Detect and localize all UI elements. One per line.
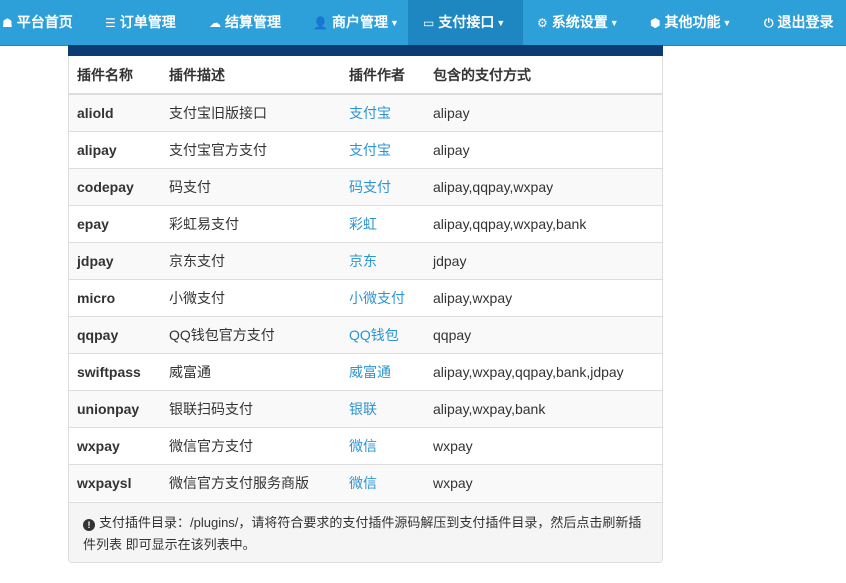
plugin-payment-methods: alipay,wxpay,qqpay,bank,jdpay — [425, 352, 662, 390]
nav-item-merchants[interactable]: 👤 商户管理 ▼ — [313, 0, 399, 45]
plugin-author-link[interactable]: 支付宝 — [341, 130, 425, 168]
plugin-author-link[interactable]: 微信 — [341, 463, 425, 501]
table-row: swiftpass 威富通 威富通 alipay,wxpay,qqpay,ban… — [69, 352, 662, 390]
user-icon: 👤 — [313, 16, 328, 30]
nav-label: 退出登录 — [777, 14, 834, 30]
plugin-description: 银联扫码支付 — [161, 389, 341, 427]
plugin-payment-methods: alipay — [425, 93, 662, 131]
plugin-description: 小微支付 — [161, 278, 341, 316]
list-icon: ☰ — [105, 16, 116, 30]
header-payment-methods: 包含的支付方式 — [425, 56, 662, 95]
plugin-payment-methods: jdpay — [425, 241, 662, 279]
plugin-name: aliold — [69, 93, 161, 131]
gear-icon: ⚙ — [537, 16, 548, 30]
header-plugin-description: 插件描述 — [161, 56, 341, 95]
plugin-name: unionpay — [69, 389, 161, 427]
plugin-author-link[interactable]: 支付宝 — [341, 93, 425, 131]
plugin-author-link[interactable]: 微信 — [341, 426, 425, 464]
plugin-description: 京东支付 — [161, 241, 341, 279]
plugin-description: 彩虹易支付 — [161, 204, 341, 242]
plugin-name: jdpay — [69, 241, 161, 279]
nav-label: 商户管理 — [331, 14, 388, 30]
cube-icon: ⬢ — [650, 16, 661, 30]
power-icon: ⏻ — [764, 16, 774, 30]
plugin-description: 微信官方支付服务商版 — [161, 463, 341, 501]
table-row: jdpay 京东支付 京东 jdpay — [69, 241, 662, 279]
nav-label: 平台首页 — [16, 14, 73, 30]
plugin-payment-methods: wxpay — [425, 426, 662, 464]
plugin-author-link[interactable]: 银联 — [341, 389, 425, 427]
table-row: epay 彩虹易支付 彩虹 alipay,qqpay,wxpay,bank — [69, 204, 662, 242]
table-row: micro 小微支付 小微支付 alipay,wxpay — [69, 278, 662, 316]
plugin-description: 支付宝旧版接口 — [161, 93, 341, 131]
table-row: wxpaysl 微信官方支付服务商版 微信 wxpay — [69, 463, 662, 501]
plugin-name: micro — [69, 278, 161, 316]
plugin-description: 威富通 — [161, 352, 341, 390]
plugin-table: 插件名称 插件描述 插件作者 包含的支付方式 aliold 支付宝旧版接口 支付… — [69, 56, 662, 501]
plugin-author-link[interactable]: 小微支付 — [341, 278, 425, 316]
nav-item-logout[interactable]: ⏻ 退出登录 — [764, 0, 834, 45]
nav-label: 结算管理 — [225, 14, 281, 30]
plugin-author-link[interactable]: 码支付 — [341, 167, 425, 205]
plugin-description: QQ钱包官方支付 — [161, 315, 341, 353]
plugin-author-link[interactable]: 威富通 — [341, 352, 425, 390]
plugin-name: wxpaysl — [69, 463, 161, 501]
header-plugin-author: 插件作者 — [341, 56, 425, 95]
plugin-name: epay — [69, 204, 161, 242]
plugin-payment-methods: wxpay — [425, 463, 662, 501]
header-plugin-name: 插件名称 — [69, 56, 161, 95]
table-header-row: 插件名称 插件描述 插件作者 包含的支付方式 — [69, 56, 662, 95]
plugin-description: 微信官方支付 — [161, 426, 341, 464]
nav-item-payment-interface[interactable]: ▭ 支付接口 ▼ — [408, 0, 523, 45]
chevron-down-icon: ▼ — [389, 18, 399, 28]
plugin-name: codepay — [69, 167, 161, 205]
plugin-author-link[interactable]: 彩虹 — [341, 204, 425, 242]
plugin-description: 码支付 — [161, 167, 341, 205]
plugin-name: wxpay — [69, 426, 161, 464]
table-row: alipay 支付宝官方支付 支付宝 alipay — [69, 130, 662, 168]
plugin-name: qqpay — [69, 315, 161, 353]
nav-label: 订单管理 — [119, 14, 176, 30]
plugin-payment-methods: alipay,qqpay,wxpay,bank — [425, 204, 662, 242]
plugin-directory-note: 支付插件目录：/plugins/，请将符合要求的支付插件源码解压到支付插件目录，… — [83, 515, 642, 552]
chevron-down-icon: ▼ — [722, 18, 732, 28]
plugin-description: 支付宝官方支付 — [161, 130, 341, 168]
nav-item-orders[interactable]: ☰ 订单管理 — [105, 0, 176, 45]
panel-footer-note: ! 支付插件目录：/plugins/，请将符合要求的支付插件源码解压到支付插件目录… — [69, 502, 662, 562]
plugin-payment-methods: alipay,qqpay,wxpay — [425, 167, 662, 205]
cloud-icon: ☁ — [209, 16, 221, 30]
plugin-author-link[interactable]: QQ钱包 — [341, 315, 425, 353]
plugin-payment-methods: alipay,wxpay,bank — [425, 389, 662, 427]
top-navbar: ☗ 平台首页 ☰ 订单管理 ☁ 结算管理 👤 商户管理 ▼ ▭ 支付接口 ▼ ⚙ 系统设置 ▼ ⬢… — [0, 0, 846, 46]
plugin-author-link[interactable]: 京东 — [341, 241, 425, 279]
table-row: wxpay 微信官方支付 微信 wxpay — [69, 426, 662, 464]
panel-heading — [68, 45, 663, 56]
plugin-payment-methods: alipay,wxpay — [425, 278, 662, 316]
chevron-down-icon: ▼ — [609, 18, 619, 28]
nav-label: 支付接口 — [438, 14, 495, 30]
nav-item-settlement[interactable]: ☁ 结算管理 — [209, 0, 281, 45]
nav-item-system-settings[interactable]: ⚙ 系统设置 ▼ — [537, 0, 619, 45]
plugin-payment-methods: alipay — [425, 130, 662, 168]
chevron-down-icon: ▼ — [496, 18, 506, 28]
home-icon: ☗ — [2, 16, 13, 30]
plugin-payment-methods: qqpay — [425, 315, 662, 353]
table-row: codepay 码支付 码支付 alipay,qqpay,wxpay — [69, 167, 662, 205]
nav-item-home[interactable]: ☗ 平台首页 — [2, 0, 73, 45]
table-row: aliold 支付宝旧版接口 支付宝 alipay — [69, 93, 662, 131]
nav-label: 其他功能 — [664, 14, 721, 30]
table-row: unionpay 银联扫码支付 银联 alipay,wxpay,bank — [69, 389, 662, 427]
plugin-name: alipay — [69, 130, 161, 168]
plugin-name: swiftpass — [69, 352, 161, 390]
info-icon: ! — [83, 519, 95, 531]
nav-label: 系统设置 — [551, 14, 608, 30]
nav-item-other-functions[interactable]: ⬢ 其他功能 ▼ — [650, 0, 731, 45]
plugin-list-panel: 插件名称 插件描述 插件作者 包含的支付方式 aliold 支付宝旧版接口 支付… — [68, 45, 663, 563]
card-icon: ▭ — [423, 16, 435, 30]
table-row: qqpay QQ钱包官方支付 QQ钱包 qqpay — [69, 315, 662, 353]
